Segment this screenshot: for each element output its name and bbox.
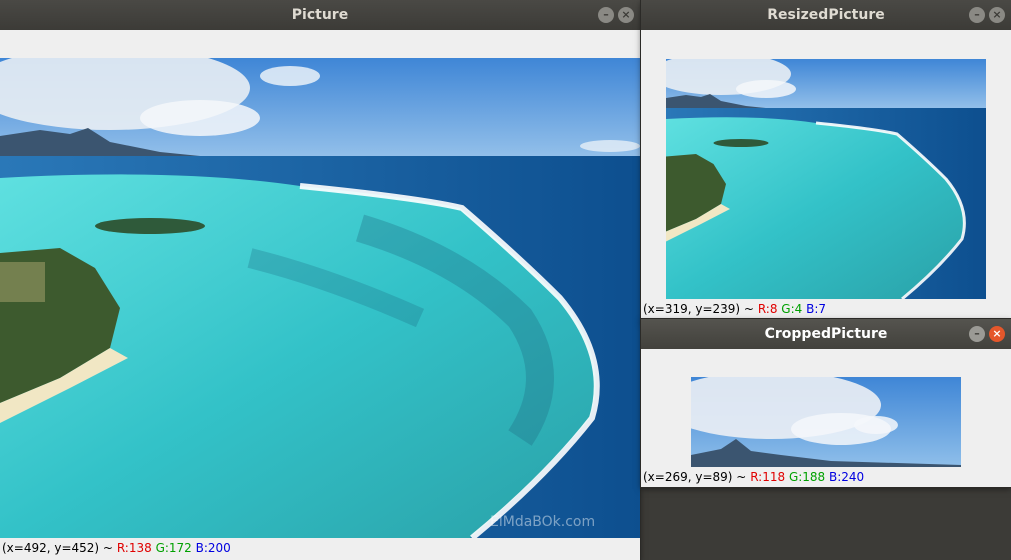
resized-title: ResizedPicture xyxy=(767,7,885,23)
cropped-status: (x=269, y=89) ~ R:118 G:188 B:240 xyxy=(643,470,864,484)
resized-titlebar[interactable]: ResizedPicture – × xyxy=(641,0,1011,30)
cropped-titlebar[interactable]: CroppedPicture – × xyxy=(641,319,1011,349)
close-button[interactable]: × xyxy=(989,326,1005,342)
cropped-title: CroppedPicture xyxy=(764,326,888,342)
resized-window: ResizedPicture – × (x=319, y=239) ~ R:8 … xyxy=(641,0,1011,322)
minimize-button[interactable]: – xyxy=(598,7,614,23)
resized-status-b: B:7 xyxy=(806,302,827,316)
resized-status-coords: (x=319, y=239) ~ xyxy=(643,302,754,316)
picture-status: (x=492, y=452) ~ R:138 G:172 B:200 xyxy=(2,541,231,555)
desktop: Picture – × ElMdaBOk.com (x=492, y=452) … xyxy=(0,0,1011,560)
picture-status-g: G:172 xyxy=(155,541,192,555)
minimize-button[interactable]: – xyxy=(969,7,985,23)
resized-status: (x=319, y=239) ~ R:8 G:4 B:7 xyxy=(643,302,826,316)
resized-status-r: R:8 xyxy=(757,302,778,316)
picture-titlebar[interactable]: Picture – × xyxy=(0,0,640,30)
minimize-button[interactable]: – xyxy=(969,326,985,342)
cropped-status-coords: (x=269, y=89) ~ xyxy=(643,470,747,484)
resized-image[interactable] xyxy=(666,59,986,299)
cropped-status-g: G:188 xyxy=(788,470,826,484)
watermark-text: ElMdaBOk.com xyxy=(490,514,595,530)
cropped-image[interactable] xyxy=(691,377,961,467)
cropped-window: CroppedPicture – × (x=269, y=89) ~ R:118… xyxy=(641,319,1011,487)
close-button[interactable]: × xyxy=(618,7,634,23)
cropped-status-r: R:118 xyxy=(750,470,786,484)
close-button[interactable]: × xyxy=(989,7,1005,23)
picture-window: Picture – × ElMdaBOk.com (x=492, y=452) … xyxy=(0,0,640,560)
picture-status-b: B:200 xyxy=(195,541,231,555)
picture-status-r: R:138 xyxy=(116,541,152,555)
picture-image[interactable]: ElMdaBOk.com xyxy=(0,58,640,538)
cropped-status-b: B:240 xyxy=(829,470,865,484)
resized-status-g: G:4 xyxy=(781,302,803,316)
picture-status-coords: (x=492, y=452) ~ xyxy=(2,541,113,555)
picture-title: Picture xyxy=(291,7,349,23)
